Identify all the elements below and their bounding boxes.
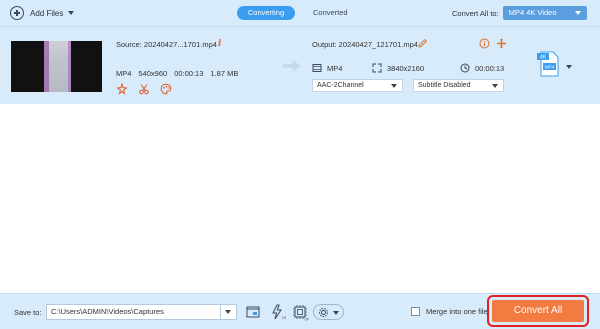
chevron-down-icon[interactable] — [220, 305, 236, 319]
file-info-icon[interactable]: i — [218, 39, 221, 49]
svg-text:OFF: OFF — [305, 318, 310, 322]
settings-dropdown[interactable] — [313, 304, 344, 320]
save-to-label: Save to: — [14, 308, 42, 317]
edit-icon[interactable] — [417, 38, 428, 49]
save-path-value: C:\Users\ADMIN\Videos\Captures — [51, 307, 164, 316]
chevron-down-icon[interactable] — [68, 11, 75, 15]
source-filename: Source: 20240427...1701.mp4 — [116, 40, 217, 49]
video-frame — [44, 41, 71, 92]
output-resolution-value: 3840x2160 — [387, 63, 425, 73]
output-resolution: 3840x2160 — [372, 63, 424, 73]
format-dropdown-chevron-icon[interactable] — [566, 65, 572, 69]
file-item-row: Source: 20240427...1701.mp4 i MP4 540x96… — [0, 26, 600, 104]
source-resolution: 540x960 — [138, 69, 168, 78]
output-filename: Output: 20240427_121701.mp4 — [312, 40, 418, 49]
chevron-down-icon — [574, 11, 581, 15]
output-format-value: MP4 — [327, 63, 343, 73]
source-size: 1.87 MB — [210, 69, 239, 78]
merge-option: Merge into one file — [411, 307, 488, 316]
audio-track-select[interactable]: AAC-2Channel — [312, 79, 403, 92]
video-format-icon — [312, 64, 322, 72]
output-duration: 00:00:13 — [460, 63, 504, 73]
enhance-icon[interactable] — [116, 83, 128, 95]
edit-actions — [116, 83, 172, 95]
add-files-button[interactable]: Add Files — [10, 5, 75, 21]
add-files-label: Add Files — [30, 8, 64, 18]
tab-bar: Converting Converted — [237, 6, 362, 20]
svg-text:OFF: OFF — [282, 316, 286, 320]
chevron-down-icon — [492, 84, 498, 88]
convert-all-to-label: Convert All to: — [452, 8, 499, 18]
subtitle-value: Subtitle Disabled — [418, 82, 471, 89]
output-format: MP4 — [312, 63, 342, 73]
save-path-select[interactable]: C:\Users\ADMIN\Videos\Captures — [46, 304, 237, 320]
resize-icon — [372, 63, 382, 73]
tab-converting[interactable]: Converting — [237, 6, 295, 20]
source-duration: 00:00:13 — [174, 69, 204, 78]
clock-icon — [460, 63, 470, 73]
convert-all-to-group: Convert All to: MP4 4K Video — [452, 6, 587, 20]
convert-arrow-icon — [283, 60, 301, 72]
tab-converted[interactable]: Converted — [299, 6, 362, 20]
audio-track-value: AAC-2Channel — [317, 82, 364, 89]
top-toolbar: Add Files Converting Converted Convert A… — [0, 0, 600, 26]
convert-all-button[interactable]: Convert All — [492, 300, 584, 322]
output-format-badge[interactable]: 4K MP4 — [537, 51, 561, 77]
bottom-bar: Save to: C:\Users\ADMIN\Videos\Captures … — [0, 293, 600, 329]
subtitle-select[interactable]: Subtitle Disabled — [413, 79, 504, 92]
add-output-icon[interactable] — [496, 38, 507, 49]
palette-icon[interactable] — [160, 83, 172, 95]
convert-all-format-value: MP4 4K Video — [508, 8, 557, 17]
format-badge-bottom: MP4 — [545, 65, 555, 71]
chevron-down-icon — [391, 84, 397, 88]
source-meta: MP4 540x960 00:00:13 1.87 MB — [116, 69, 238, 78]
hardware-acceleration-icon[interactable]: OFF — [268, 303, 286, 321]
add-circle-icon — [10, 6, 24, 20]
gear-icon — [319, 308, 328, 317]
convert-all-format-select[interactable]: MP4 4K Video — [502, 6, 587, 20]
merge-checkbox[interactable] — [411, 307, 420, 316]
gpu-acceleration-icon[interactable]: OFF — [291, 303, 309, 321]
source-format: MP4 — [116, 69, 132, 78]
output-duration-value: 00:00:13 — [475, 63, 505, 73]
cut-icon[interactable] — [138, 83, 150, 95]
open-folder-icon[interactable] — [244, 303, 262, 321]
merge-label: Merge into one file — [426, 307, 488, 316]
format-badge-top: 4K — [540, 55, 547, 61]
video-thumbnail[interactable] — [11, 41, 102, 92]
chevron-down-icon — [333, 311, 339, 315]
info-icon[interactable] — [479, 38, 490, 49]
